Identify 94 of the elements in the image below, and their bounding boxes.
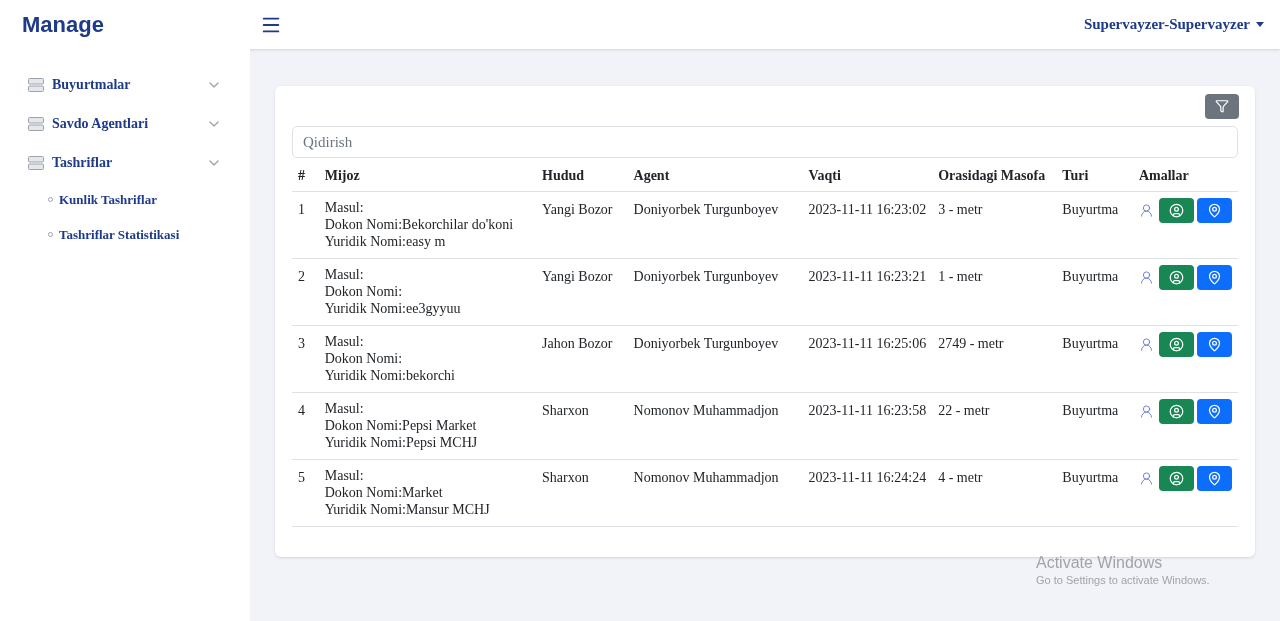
activation-subtitle: Go to Settings to activate Windows. — [1036, 573, 1210, 587]
row-number: 1 — [298, 202, 305, 217]
table-cell: 4 - metr — [938, 470, 983, 485]
list-icon — [28, 155, 44, 170]
table-cell: Buyurtma — [1062, 470, 1119, 485]
filter-button[interactable] — [1205, 93, 1239, 119]
table-cell: 2023-11-11 16:24:24 — [808, 470, 927, 485]
user-icon[interactable] — [1138, 270, 1154, 285]
user-menu[interactable]: Supervayzer-Supervayzer — [1083, 13, 1264, 36]
sidebar-item[interactable]: Tashriflar — [28, 143, 222, 182]
brand-title: Manage — [22, 11, 104, 39]
profile-button[interactable] — [1158, 399, 1194, 424]
client-detail: Yuridik Nomi:Mansur MCHJ — [324, 502, 490, 517]
table-cell: Buyurtma — [1062, 403, 1119, 418]
table-cell: 22 - metr — [938, 403, 990, 418]
table-cell: Buyurtma — [1062, 336, 1119, 351]
table-cell: Doniyorbek Turgunboyev — [633, 336, 779, 351]
client-detail: Dokon Nomi:Bekorchilar do'koni — [324, 217, 514, 232]
client-detail: Dokon Nomi:Market — [324, 485, 443, 500]
profile-button[interactable] — [1158, 198, 1194, 223]
user-circle-icon — [1168, 337, 1184, 352]
sidebar-item[interactable]: Savdo Agentlari — [28, 104, 222, 143]
activation-title: Activate Windows — [1036, 553, 1164, 573]
map-pin-icon — [1206, 404, 1222, 419]
client-detail: Dokon Nomi: — [324, 284, 403, 299]
table-cell: Doniyorbek Turgunboyev — [633, 202, 779, 217]
table-cell: 2023-11-11 16:25:06 — [808, 336, 927, 351]
location-button[interactable] — [1196, 198, 1232, 223]
list-icon — [28, 77, 44, 92]
profile-button[interactable] — [1158, 466, 1194, 491]
map-pin-icon — [1206, 337, 1222, 352]
table-cell: Yangi Bozor — [542, 269, 613, 284]
table-cell: 2023-11-11 16:23:21 — [808, 269, 927, 284]
client-detail: Yuridik Nomi:bekorchi — [324, 368, 455, 383]
client-detail: Yuridik Nomi:easy m — [324, 234, 446, 249]
client-detail: Dokon Nomi:Pepsi Market — [324, 418, 477, 433]
client-detail: Masul: — [324, 200, 364, 215]
user-icon[interactable] — [1138, 203, 1154, 218]
caret-icon — [1256, 22, 1264, 27]
column-header: Vaqti — [808, 168, 841, 183]
table-cell: Yangi Bozor — [542, 202, 613, 217]
search-field[interactable]: Qidirish — [292, 126, 1238, 158]
map-pin-icon — [1206, 270, 1222, 285]
table-cell: Buyurtma — [1062, 202, 1119, 217]
client-detail: Dokon Nomi: — [324, 351, 403, 366]
location-button[interactable] — [1196, 466, 1232, 491]
client-detail: Yuridik Nomi:ee3gyyuu — [324, 301, 461, 316]
filter-icon — [1215, 99, 1229, 113]
row-number: 5 — [298, 470, 305, 485]
column-header: Turi — [1062, 168, 1089, 183]
row-number: 3 — [298, 336, 305, 351]
submenu-link[interactable]: Tashriflar Statistikasi — [59, 224, 180, 245]
user-icon[interactable] — [1138, 471, 1154, 486]
user-circle-icon — [1168, 270, 1184, 285]
client-detail: Yuridik Nomi:Pepsi MCHJ — [324, 435, 478, 450]
user-icon[interactable] — [1138, 404, 1154, 419]
location-button[interactable] — [1196, 399, 1232, 424]
client-detail: Masul: — [324, 468, 364, 483]
column-header: Orasidagi Masofa — [938, 168, 1046, 183]
column-header: Hudud — [542, 168, 585, 183]
client-detail: Masul: — [324, 267, 364, 282]
table-cell: Doniyorbek Turgunboyev — [633, 269, 779, 284]
client-detail: Masul: — [324, 401, 364, 416]
client-detail: Masul: — [324, 334, 364, 349]
table-cell: 3 - metr — [938, 202, 983, 217]
table-cell: 2023-11-11 16:23:58 — [808, 403, 927, 418]
table-cell: Nomonov Muhammadjon — [633, 470, 779, 485]
location-button[interactable] — [1196, 332, 1232, 357]
submenu-link[interactable]: Kunlik Tashriflar — [59, 189, 157, 210]
list-icon — [28, 116, 44, 131]
map-pin-icon — [1206, 471, 1222, 486]
table-cell: Nomonov Muhammadjon — [633, 403, 779, 418]
user-circle-icon — [1168, 404, 1184, 419]
table-cell: 2023-11-11 16:23:02 — [808, 202, 927, 217]
column-header: Mijoz — [324, 168, 360, 183]
user-circle-icon — [1168, 471, 1184, 486]
location-button[interactable] — [1196, 265, 1232, 290]
table-cell: Sharxon — [542, 470, 589, 485]
profile-button[interactable] — [1158, 332, 1194, 357]
profile-button[interactable] — [1158, 265, 1194, 290]
map-pin-icon — [1206, 203, 1222, 218]
table-cell: Jahon Bozor — [542, 336, 613, 351]
column-header: Agent — [633, 168, 670, 183]
table-cell: Sharxon — [542, 403, 589, 418]
user-circle-icon — [1168, 203, 1184, 218]
table-cell: 1 - metr — [938, 269, 983, 284]
column-header: # — [298, 168, 305, 183]
row-number: 4 — [298, 403, 305, 418]
column-header: Amallar — [1138, 168, 1189, 183]
table-cell: 2749 - metr — [938, 336, 1004, 351]
row-number: 2 — [298, 269, 305, 284]
user-icon[interactable] — [1138, 337, 1154, 352]
table-cell: Buyurtma — [1062, 269, 1119, 284]
sidebar-item[interactable]: Buyurtmalar — [28, 65, 222, 104]
